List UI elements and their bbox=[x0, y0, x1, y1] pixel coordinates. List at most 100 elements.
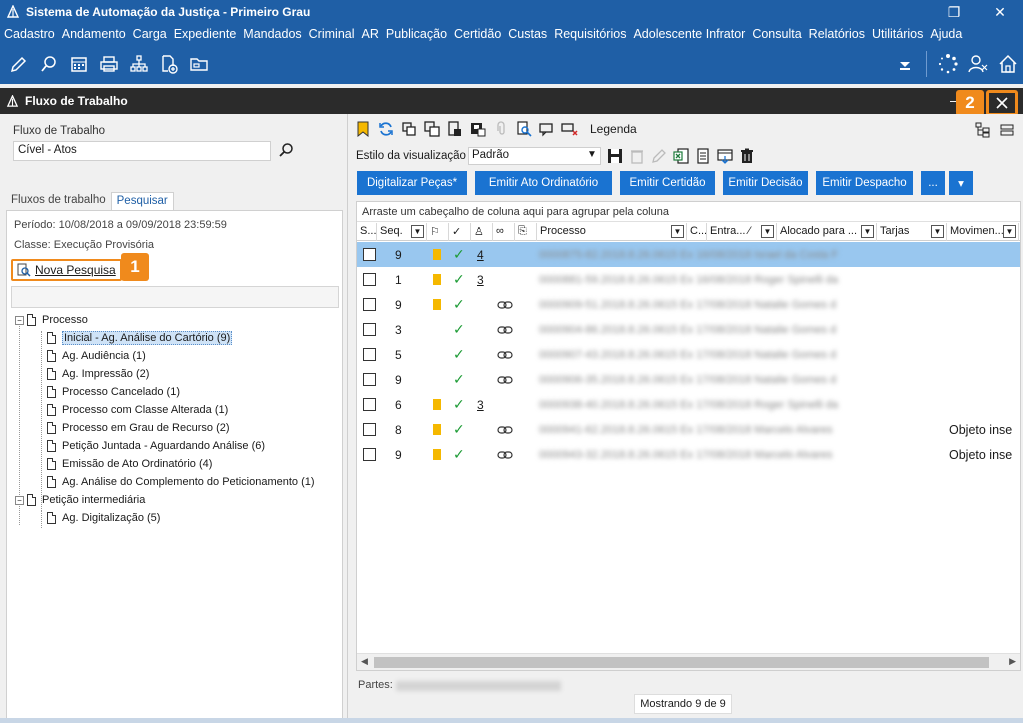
menu-item-4[interactable]: Mandados bbox=[243, 27, 301, 41]
column-header-5[interactable]: ∞ bbox=[493, 223, 515, 241]
home-icon[interactable] bbox=[997, 53, 1019, 75]
print-preview-icon[interactable] bbox=[446, 120, 464, 138]
message-icon[interactable] bbox=[538, 120, 556, 138]
row-checkbox[interactable] bbox=[363, 448, 376, 461]
edit-disabled-icon[interactable] bbox=[651, 148, 667, 164]
workflow-field[interactable]: Cível - Atos bbox=[13, 141, 271, 161]
menu-item-7[interactable]: Publicação bbox=[386, 27, 447, 41]
number-link[interactable]: 3 bbox=[477, 398, 484, 412]
horizontal-scrollbar[interactable]: ◀ ▶ bbox=[357, 653, 1020, 670]
table-row[interactable]: 1 ✓ 3 0000881-59.2018.8.26.0615 Ex 16/08/20… bbox=[357, 267, 1020, 292]
row-checkbox[interactable] bbox=[363, 273, 376, 286]
filter-dropdown-icon[interactable]: ▼ bbox=[411, 225, 424, 238]
user-switch-icon[interactable] bbox=[967, 53, 989, 75]
tree-group[interactable]: − Processo bbox=[15, 311, 341, 329]
column-header-6[interactable]: ⎘ bbox=[515, 223, 537, 241]
menu-item-5[interactable]: Criminal bbox=[309, 27, 355, 41]
tree-node[interactable]: Inicial - Ag. Análise do Cartório (9) bbox=[15, 329, 341, 347]
refresh-icon[interactable] bbox=[377, 120, 395, 138]
tree-node[interactable]: Processo Cancelado (1) bbox=[15, 383, 341, 401]
tree-filter-input[interactable] bbox=[11, 286, 339, 308]
tree-node[interactable]: Ag. Audiência (1) bbox=[15, 347, 341, 365]
tree-node[interactable]: Emissão de Ato Ordinatório (4) bbox=[15, 455, 341, 473]
table-row[interactable]: 9 ✓ 4 0000875-82.2018.8.26.0615 Ex 16/08/20… bbox=[357, 242, 1020, 267]
row-checkbox[interactable] bbox=[363, 398, 376, 411]
window-close-button[interactable]: ✕ bbox=[977, 0, 1023, 24]
window-export-icon[interactable] bbox=[717, 148, 733, 164]
menu-item-3[interactable]: Expediente bbox=[174, 27, 237, 41]
view-style-select[interactable]: Padrão ▼ bbox=[467, 147, 601, 165]
collapse-icon[interactable]: − bbox=[15, 495, 24, 505]
menu-item-0[interactable]: Cadastro bbox=[4, 27, 55, 41]
menu-item-8[interactable]: Certidão bbox=[454, 27, 501, 41]
tab-0[interactable]: Fluxos de trabalho bbox=[6, 192, 111, 210]
collapse-icon[interactable]: − bbox=[15, 315, 24, 325]
row-checkbox[interactable] bbox=[363, 373, 376, 386]
menu-item-15[interactable]: Ajuda bbox=[930, 27, 962, 41]
row-checkbox[interactable] bbox=[363, 423, 376, 436]
column-header-1[interactable]: Seq. ▼ bbox=[377, 223, 427, 241]
action-button-2[interactable]: Emitir Certidão bbox=[620, 171, 715, 195]
filter-dropdown-icon[interactable]: ▼ bbox=[931, 225, 944, 238]
menu-item-10[interactable]: Requisitórios bbox=[554, 27, 626, 41]
dropdown-arrow-icon[interactable] bbox=[894, 53, 916, 75]
add-document-icon[interactable] bbox=[158, 53, 180, 75]
menu-item-2[interactable]: Carga bbox=[133, 27, 167, 41]
copy-icon[interactable] bbox=[400, 120, 418, 138]
column-header-7[interactable]: Processo ▼ bbox=[537, 223, 687, 241]
column-header-0[interactable]: S... bbox=[357, 223, 377, 241]
column-header-9[interactable]: Entra... ⁄ ▼ bbox=[707, 223, 777, 241]
tree-node[interactable]: Processo com Classe Alterada (1) bbox=[15, 401, 341, 419]
filter-dropdown-icon[interactable]: ▼ bbox=[1003, 225, 1016, 238]
table-row[interactable]: 9 ✓ 0000943-32.2018.8.26.0615 Ex 17/08/201… bbox=[357, 442, 1020, 467]
list-view-icon[interactable] bbox=[999, 122, 1017, 140]
action-button-0[interactable]: Digitalizar Peças* bbox=[357, 171, 467, 195]
menu-item-11[interactable]: Adolescente Infrator bbox=[633, 27, 745, 41]
tree-node[interactable]: Ag. Digitalização (5) bbox=[15, 509, 341, 527]
number-link[interactable]: 4 bbox=[477, 248, 484, 262]
search-icon[interactable] bbox=[278, 142, 294, 158]
windows-icon[interactable] bbox=[423, 120, 441, 138]
folder-icon[interactable] bbox=[188, 53, 210, 75]
link-icon[interactable] bbox=[497, 425, 513, 435]
action-button-5[interactable]: ... bbox=[921, 171, 945, 195]
printer-icon[interactable] bbox=[98, 53, 120, 75]
link-icon[interactable] bbox=[497, 450, 513, 460]
row-checkbox[interactable] bbox=[363, 248, 376, 261]
action-button-6[interactable]: ▾ bbox=[949, 171, 973, 195]
document-icon[interactable] bbox=[695, 148, 711, 164]
column-header-2[interactable]: ⚐ bbox=[427, 223, 449, 241]
column-header-8[interactable]: C... bbox=[687, 223, 707, 241]
table-row[interactable]: 8 ✓ 0000941-62.2018.8.26.0615 Ex 17/08/201… bbox=[357, 417, 1020, 442]
delete-icon[interactable] bbox=[739, 148, 755, 164]
link-icon[interactable] bbox=[497, 375, 513, 385]
action-button-3[interactable]: Emitir Decisão bbox=[723, 171, 808, 195]
link-icon[interactable] bbox=[497, 300, 513, 310]
action-button-1[interactable]: Emitir Ato Ordinatório bbox=[475, 171, 612, 195]
table-row[interactable]: 9 ✓ 0000909-51.2018.8.26.0615 Ex 17/08/201… bbox=[357, 292, 1020, 317]
filter-dropdown-icon[interactable]: ▼ bbox=[671, 225, 684, 238]
scroll-right-icon[interactable]: ▶ bbox=[1009, 656, 1016, 667]
row-checkbox[interactable] bbox=[363, 323, 376, 336]
excel-export-icon[interactable] bbox=[673, 148, 689, 164]
menu-item-1[interactable]: Andamento bbox=[62, 27, 126, 41]
tree-view-icon[interactable] bbox=[975, 122, 993, 140]
column-header-11[interactable]: Tarjas ▼ bbox=[877, 223, 947, 241]
row-checkbox[interactable] bbox=[363, 298, 376, 311]
menu-item-9[interactable]: Custas bbox=[508, 27, 547, 41]
save-icon[interactable] bbox=[607, 148, 623, 164]
menu-item-14[interactable]: Utilitários bbox=[872, 27, 923, 41]
search-doc-icon[interactable] bbox=[515, 120, 533, 138]
tree-node[interactable]: Ag. Impressão (2) bbox=[15, 365, 341, 383]
link-icon[interactable] bbox=[497, 325, 513, 335]
search-process-icon[interactable] bbox=[38, 53, 60, 75]
action-button-4[interactable]: Emitir Despacho bbox=[816, 171, 913, 195]
table-row[interactable]: 3 ✓ 0000904-86.2018.8.26.0615 Ex 17/08/201… bbox=[357, 317, 1020, 342]
bookmark-flag-icon[interactable] bbox=[354, 120, 372, 138]
column-header-4[interactable]: ♙ bbox=[471, 223, 493, 241]
tree-node[interactable]: Processo em Grau de Recurso (2) bbox=[15, 419, 341, 437]
legend-link[interactable]: Legenda bbox=[590, 122, 637, 136]
number-link[interactable]: 3 bbox=[477, 273, 484, 287]
menu-item-6[interactable]: AR bbox=[362, 27, 379, 41]
menu-item-13[interactable]: Relatórios bbox=[809, 27, 865, 41]
